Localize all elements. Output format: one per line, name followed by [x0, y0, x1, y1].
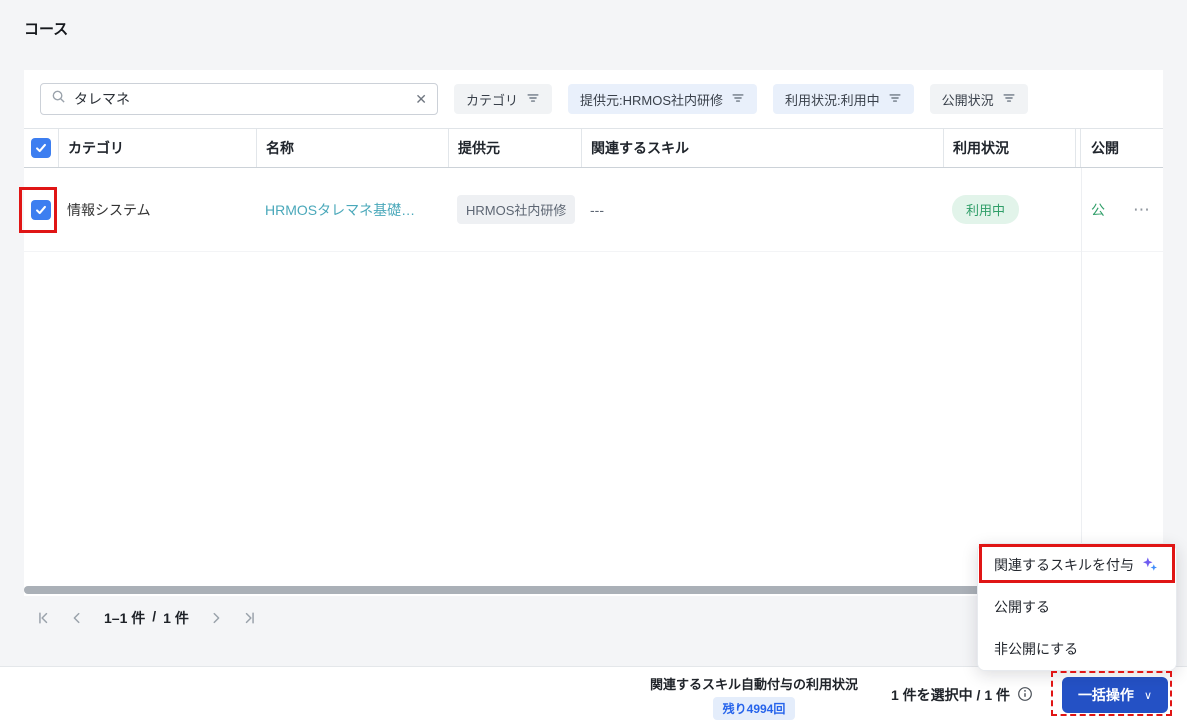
- filter-chip-usage[interactable]: 利用状況:利用中: [773, 84, 914, 114]
- filter-chip-provider[interactable]: 提供元:HRMOS社内研修: [568, 84, 758, 114]
- pagination-range: 1–1 件: [104, 610, 146, 626]
- clear-search-icon[interactable]: ✕: [415, 92, 427, 106]
- ai-sparkle-icon: [1142, 556, 1158, 575]
- chevron-down-icon: ∨: [1143, 689, 1152, 702]
- page-title: コース: [24, 21, 69, 38]
- first-page-button[interactable]: [36, 611, 50, 625]
- table-row: 情報システム HRMOSタレマネ基礎… HRMOS社内研修 --- 利用中 公 …: [24, 168, 1163, 252]
- filter-chip-label: 利用状況:利用中: [785, 92, 880, 108]
- pagination: 1–1 件 / 1 件: [36, 603, 257, 633]
- menu-item-assign-skills[interactable]: 関連するスキルを付与: [978, 544, 1176, 586]
- provider-tag: HRMOS社内研修: [457, 195, 576, 224]
- course-admin-screen: コース ✕ カテゴリ 提供元:HRMOS社内研修 利用状況:利用中: [0, 0, 1187, 722]
- bulk-actions-menu: 関連するスキルを付与 公開する 非公開にする: [977, 543, 1177, 671]
- cell-name: HRMOSタレマネ基礎…: [256, 168, 448, 251]
- usage-remaining-badge: 残り4994回: [712, 697, 796, 720]
- filter-chip-label: カテゴリ: [466, 92, 519, 108]
- filter-chip-category[interactable]: カテゴリ: [454, 84, 553, 114]
- cell-category: 情報システム: [58, 168, 256, 251]
- menu-item-label: 公開する: [994, 599, 1050, 615]
- cell-skills: ---: [581, 168, 943, 251]
- table-header: カテゴリ 名称 提供元 関連するスキル 利用状況 公開: [24, 128, 1163, 168]
- cell-provider: HRMOS社内研修: [448, 168, 581, 251]
- filter-chip-publish[interactable]: 公開状況: [929, 84, 1028, 114]
- info-icon[interactable]: [1017, 686, 1033, 705]
- filter-chip-label: 公開状況: [941, 92, 994, 108]
- last-page-button[interactable]: [243, 611, 257, 625]
- bottom-action-bar: 関連するスキル自動付与の利用状況 残り4994回 1 件を選択中 / 1 件 一…: [0, 666, 1187, 722]
- checkmark-icon: [36, 205, 46, 214]
- column-header-skills: 関連するスキル: [581, 129, 943, 167]
- menu-item-label: 関連するスキルを付与: [994, 557, 1134, 573]
- column-header-provider: 提供元: [448, 129, 581, 167]
- filter-icon: [1002, 91, 1016, 108]
- course-list-panel: ✕ カテゴリ 提供元:HRMOS社内研修 利用状況:利用中 公開状況: [24, 70, 1163, 596]
- selection-count: 1 件を選択中 / 1 件: [891, 685, 1033, 705]
- search-input[interactable]: [74, 91, 408, 107]
- filter-icon: [888, 91, 902, 108]
- course-name-link[interactable]: HRMOSタレマネ基礎…: [265, 200, 415, 220]
- cell-publish: 公 ⋯: [1081, 168, 1163, 251]
- filter-icon: [731, 91, 745, 108]
- fixed-column-divider: [1081, 168, 1082, 580]
- selection-count-text: 1 件を選択中 / 1 件: [890, 687, 1010, 703]
- menu-item-label: 非公開にする: [994, 641, 1079, 657]
- bulk-action-button[interactable]: 一括操作 ∨: [1061, 677, 1168, 713]
- publish-status: 公: [1091, 201, 1105, 218]
- filter-icon: [526, 91, 540, 108]
- prev-page-button[interactable]: [70, 611, 84, 625]
- menu-item-unpublish[interactable]: 非公開にする: [978, 628, 1176, 670]
- pagination-total: 1 件: [163, 610, 189, 626]
- pagination-info: 1–1 件 / 1 件: [104, 608, 189, 628]
- pagination-separator: /: [152, 608, 157, 624]
- menu-item-publish[interactable]: 公開する: [978, 586, 1176, 628]
- usage-status-badge: 利用中: [952, 195, 1020, 224]
- category-value: 情報システム: [67, 201, 151, 218]
- scrollbar-thumb[interactable]: [24, 586, 1058, 594]
- column-header-usage: 利用状況: [943, 129, 1075, 167]
- column-header-category: カテゴリ: [58, 129, 256, 167]
- search-icon: [51, 89, 66, 109]
- column-header-publish: 公開: [1091, 140, 1119, 156]
- search-box[interactable]: ✕: [40, 83, 438, 115]
- next-page-button[interactable]: [209, 611, 223, 625]
- skills-value: ---: [590, 201, 604, 218]
- filter-chip-label: 提供元:HRMOS社内研修: [580, 92, 724, 108]
- usage-status-title: 関連するスキル自動付与の利用状況: [649, 677, 858, 692]
- cell-usage: 利用中: [943, 168, 1075, 251]
- auto-assign-usage-block: 関連するスキル自動付与の利用状況 残り4994回: [650, 674, 858, 720]
- row-checkbox[interactable]: [31, 199, 51, 220]
- row-actions-button[interactable]: ⋯: [1133, 200, 1151, 220]
- toolbar: ✕ カテゴリ 提供元:HRMOS社内研修 利用状況:利用中 公開状況: [24, 70, 1163, 128]
- header-checkbox[interactable]: [31, 138, 51, 158]
- checkmark-icon: [36, 143, 46, 153]
- column-header-name: 名称: [256, 129, 448, 167]
- bulk-action-label: 一括操作: [1077, 687, 1134, 703]
